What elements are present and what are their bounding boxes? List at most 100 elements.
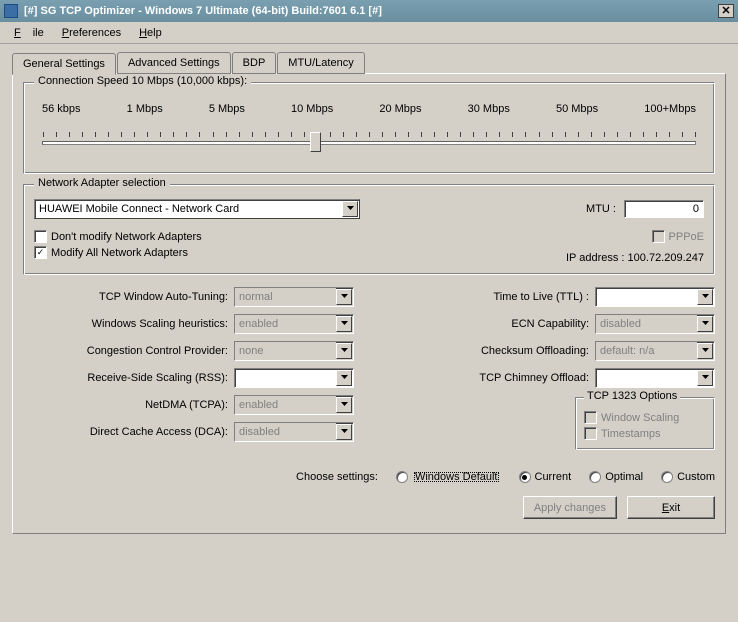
pppoe-label: PPPoE [669,231,704,243]
chk-window-scaling-label: Window Scaling [601,412,679,424]
mtu-label: MTU : [586,203,616,215]
setting-dropdown[interactable]: none [234,341,354,361]
setting-value: enabled [235,315,336,333]
radio-current[interactable]: Current [519,471,572,483]
chevron-down-icon[interactable] [697,289,713,305]
tcp-1323-group: TCP 1323 OptionsWindow ScalingTimestamps [575,397,715,450]
chk-timestamps-label: Timestamps [601,428,661,440]
chk-modify-all-label: Modify All Network Adapters [51,247,188,259]
chevron-down-icon[interactable] [336,343,352,359]
chk-modify-all[interactable] [34,246,47,259]
tick-10m: 10 Mbps [291,103,333,115]
setting-value [596,288,697,306]
radio-current-label: Current [535,471,572,483]
choose-settings-label: Choose settings: [296,471,378,483]
setting-dropdown[interactable]: default: n/a [595,341,715,361]
tick-56k: 56 kbps [42,103,81,115]
adapter-dropdown[interactable] [34,199,360,219]
menu-help[interactable]: Help [133,25,168,41]
radio-optimal[interactable]: Optimal [589,471,643,483]
chevron-down-icon[interactable] [697,370,713,386]
setting-dropdown[interactable] [595,287,715,307]
setting-dropdown[interactable] [595,368,715,388]
setting-dropdown[interactable]: normal [234,287,354,307]
tick-1m: 1 Mbps [127,103,163,115]
tab-strip: General Settings Advanced Settings BDP M… [12,52,726,74]
adapter-selected[interactable] [35,201,342,217]
menu-preferences[interactable]: Preferences [56,25,127,41]
setting-dropdown[interactable]: enabled [234,314,354,334]
tab-general[interactable]: General Settings [12,53,116,75]
chevron-down-icon[interactable] [336,397,352,413]
exit-button[interactable]: Exit [627,496,715,519]
chevron-down-icon[interactable] [336,289,352,305]
chevron-down-icon[interactable] [336,424,352,440]
setting-dropdown[interactable]: disabled [595,314,715,334]
ip-address-label: IP address : 100.72.209.247 [566,252,704,264]
setting-value: default: n/a [596,342,697,360]
setting-label: TCP Window Auto-Tuning: [23,291,228,303]
slider-thumb[interactable] [310,132,321,152]
setting-value [235,369,336,387]
setting-row: TCP Chimney Offload: [384,368,715,388]
setting-row: Checksum Offloading: default: n/a [384,341,715,361]
setting-label: Time to Live (TTL) : [384,291,589,303]
chevron-down-icon[interactable] [342,201,358,217]
chevron-down-icon[interactable] [336,316,352,332]
setting-label: NetDMA (TCPA): [23,399,228,411]
radio-custom[interactable]: Custom [661,471,715,483]
setting-row: TCP Window Auto-Tuning: normal [23,287,354,307]
chk-dont-modify[interactable] [34,230,47,243]
mtu-field[interactable]: 0 [624,200,704,218]
setting-row: Receive-Side Scaling (RSS): [23,368,354,388]
chevron-down-icon[interactable] [336,370,352,386]
setting-dropdown[interactable]: disabled [234,422,354,442]
titlebar[interactable]: [#] SG TCP Optimizer - Windows 7 Ultimat… [0,0,738,22]
setting-dropdown[interactable]: enabled [234,395,354,415]
tick-20m: 20 Mbps [379,103,421,115]
setting-row: NetDMA (TCPA): enabled [23,395,354,415]
chevron-down-icon[interactable] [697,343,713,359]
tab-bdp[interactable]: BDP [232,52,277,74]
connection-speed-label: Connection Speed 10 Mbps (10,000 kbps): [34,75,251,87]
slider-tick-labels: 56 kbps 1 Mbps 5 Mbps 10 Mbps 20 Mbps 30… [34,97,704,117]
setting-value: disabled [596,315,697,333]
speed-slider[interactable] [42,141,696,145]
chk-timestamps [584,427,597,440]
tick-5m: 5 Mbps [209,103,245,115]
connection-speed-group: Connection Speed 10 Mbps (10,000 kbps): … [23,82,715,174]
radio-custom-label: Custom [677,471,715,483]
network-adapter-group: Network Adapter selection MTU : 0 [23,184,715,275]
setting-label: Checksum Offloading: [384,345,589,357]
radio-optimal-label: Optimal [605,471,643,483]
setting-value [596,369,697,387]
setting-dropdown[interactable] [234,368,354,388]
tick-100m: 100+Mbps [644,103,696,115]
setting-label: Direct Cache Access (DCA): [23,426,228,438]
setting-row: Windows Scaling heuristics: enabled [23,314,354,334]
setting-row: ECN Capability: disabled [384,314,715,334]
setting-label: Windows Scaling heuristics: [23,318,228,330]
setting-value: none [235,342,336,360]
apply-button[interactable]: Apply changes [523,496,617,519]
chevron-down-icon[interactable] [697,316,713,332]
setting-label: Congestion Control Provider: [23,345,228,357]
setting-row: Direct Cache Access (DCA): disabled [23,422,354,442]
tick-50m: 50 Mbps [556,103,598,115]
tab-advanced[interactable]: Advanced Settings [117,52,231,74]
close-icon[interactable]: ✕ [718,4,734,18]
tab-mtu[interactable]: MTU/Latency [277,52,364,74]
setting-row: Time to Live (TTL) : [384,287,715,307]
radio-windows-default[interactable]: Windows Default [396,470,501,484]
setting-row: Congestion Control Provider: none [23,341,354,361]
setting-value: enabled [235,396,336,414]
chk-pppoe [652,230,665,243]
menu-file[interactable]: File [8,25,50,41]
chk-dont-modify-label: Don't modify Network Adapters [51,231,202,243]
tcp-1323-label: TCP 1323 Options [584,390,680,402]
radio-windows-default-label: Windows Default [412,470,501,484]
menubar: File Preferences Help [0,22,738,44]
adapter-group-label: Network Adapter selection [34,177,170,189]
window-title: [#] SG TCP Optimizer - Windows 7 Ultimat… [22,5,718,17]
setting-label: ECN Capability: [384,318,589,330]
